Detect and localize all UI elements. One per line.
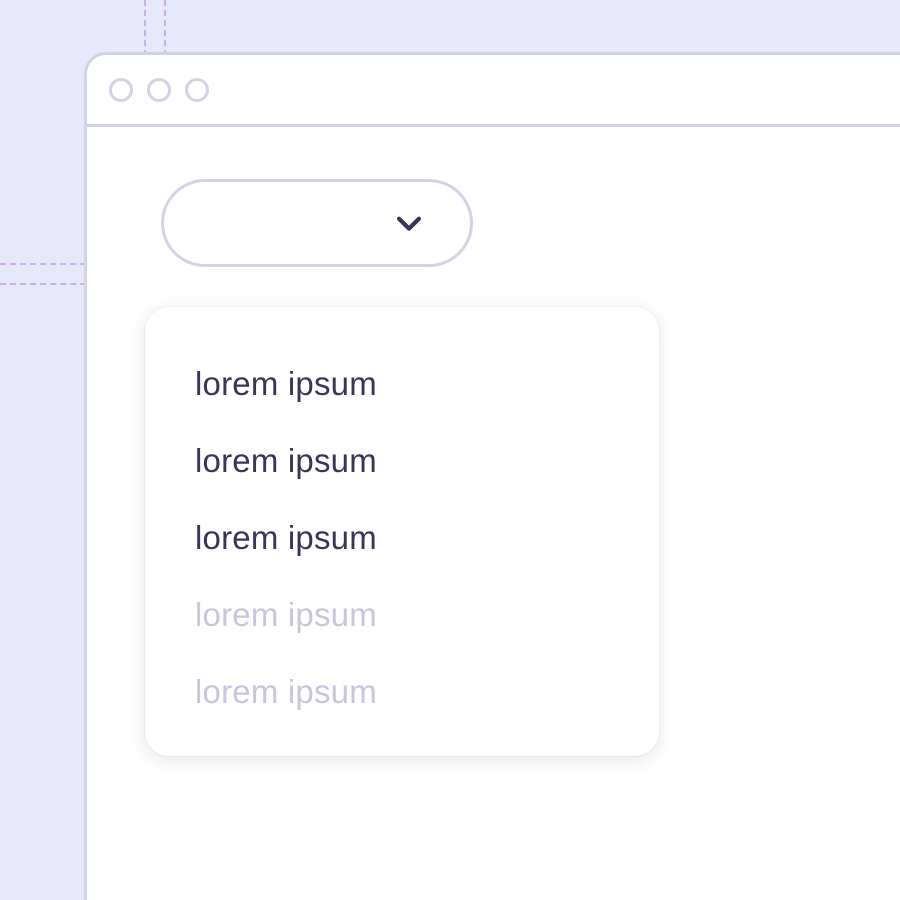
app-window: lorem ipsum lorem ipsum lorem ipsum lore…: [84, 52, 900, 900]
dropdown-option[interactable]: lorem ipsum: [195, 422, 609, 499]
chevron-down-icon: [392, 206, 426, 240]
dropdown-option[interactable]: lorem ipsum: [195, 345, 609, 422]
dropdown-option-disabled: lorem ipsum: [195, 653, 609, 730]
window-zoom-dot[interactable]: [185, 78, 209, 102]
dropdown-trigger[interactable]: [161, 179, 473, 267]
dropdown-menu: lorem ipsum lorem ipsum lorem ipsum lore…: [145, 307, 659, 756]
dropdown-option[interactable]: lorem ipsum: [195, 499, 609, 576]
dropdown-option-disabled: lorem ipsum: [195, 576, 609, 653]
window-titlebar: [87, 55, 900, 127]
window-close-dot[interactable]: [109, 78, 133, 102]
window-minimize-dot[interactable]: [147, 78, 171, 102]
